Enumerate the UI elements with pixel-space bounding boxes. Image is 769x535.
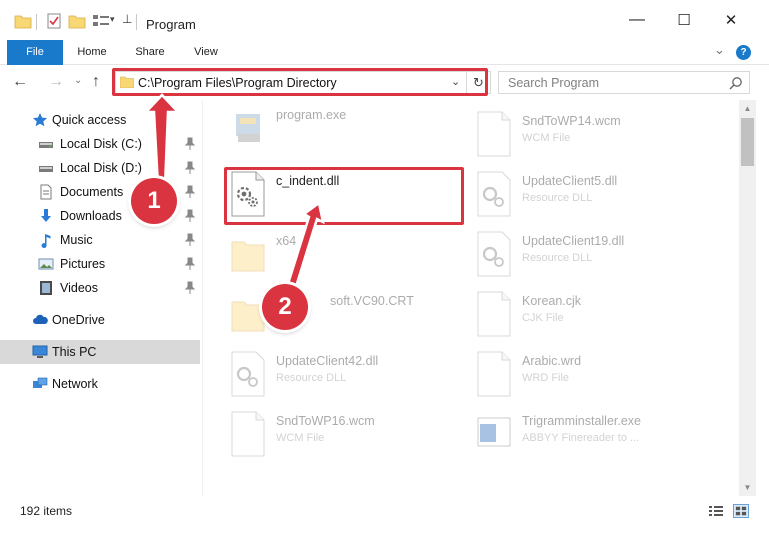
recent-locations-icon[interactable]: ⌄ [74, 75, 82, 86]
file-item-sndtowp14-wcm[interactable]: SndToWP14.wcm WCM File [472, 108, 712, 164]
refresh-button[interactable]: ↻ [466, 72, 490, 93]
dll-file-icon [231, 351, 265, 397]
tab-home[interactable]: Home [70, 40, 114, 65]
file-item-updateclient19-dll[interactable]: UpdateClient19.dll Resource DLL [472, 228, 712, 284]
title-bar: ▾ ⊥ Program — ☐ ✕ [0, 0, 769, 40]
sidebar-item-music[interactable]: Music [0, 228, 200, 252]
pin-icon[interactable] [184, 257, 196, 271]
minimize-button[interactable]: — [614, 0, 660, 40]
callout-badge-1: 1 [131, 178, 177, 224]
file-item-x64-folder[interactable]: x64 [226, 228, 466, 284]
help-icon[interactable]: ? [736, 45, 751, 60]
sidebar-item-onedrive[interactable]: OneDrive [0, 308, 200, 332]
properties-icon[interactable] [46, 13, 62, 29]
vertical-scrollbar[interactable]: ▲ ▼ [739, 100, 756, 496]
address-bar[interactable]: C:\Program Files\Program Directory ⌄ ↻ [115, 71, 491, 94]
file-item-program-exe[interactable]: program.exe [226, 102, 466, 158]
file-item-vc90-crt-folder[interactable]: soft.VC90.CRT [226, 288, 466, 344]
sidebar-item-videos[interactable]: Videos [0, 276, 200, 300]
videos-icon [40, 281, 52, 295]
drive-icon [39, 142, 53, 148]
file-item-arabic-wrd[interactable]: Arabic.wrd WRD File [472, 348, 712, 404]
file-item-c-indent-dll[interactable]: c_indent.dll [226, 168, 466, 224]
search-icon[interactable] [729, 76, 743, 90]
address-dropdown-icon[interactable]: ⌄ [451, 75, 465, 88]
file-item-korean-cjk[interactable]: Korean.cjk CJK File [472, 288, 712, 344]
sidebar-item-local-disk-d[interactable]: Local Disk (D:) [0, 156, 200, 180]
generic-file-icon [477, 111, 511, 157]
sidebar-item-local-disk-c[interactable]: Local Disk (C:) [0, 132, 200, 156]
navigation-pane: Quick access Local Disk (C:) Local Disk … [0, 100, 202, 496]
tab-view[interactable]: View [184, 40, 228, 65]
item-count: 192 items [20, 504, 73, 518]
star-icon [32, 113, 48, 127]
generic-file-icon [477, 351, 511, 397]
tab-share[interactable]: Share [128, 40, 172, 65]
file-item-sndtowp16-wcm[interactable]: SndToWP16.wcm WCM File [226, 408, 466, 464]
sidebar-item-quick-access[interactable]: Quick access [0, 108, 200, 132]
network-icon [33, 377, 48, 388]
file-item-updateclient5-dll[interactable]: UpdateClient5.dll Resource DLL [472, 168, 712, 224]
pin-icon[interactable] [184, 161, 196, 175]
scroll-thumb[interactable] [741, 118, 754, 166]
navigation-bar: ← → ⌄ ↑ C:\Program Files\Program Directo… [0, 66, 769, 99]
forward-arrow-icon[interactable]: → [48, 73, 64, 91]
sidebar-item-this-pc[interactable]: This PC [0, 340, 200, 364]
dll-file-icon [477, 231, 511, 277]
pin-icon[interactable] [184, 137, 196, 151]
refresh-icon: ↻ [473, 74, 484, 90]
folder-icon [14, 15, 32, 29]
scroll-down-icon[interactable]: ▼ [739, 479, 756, 496]
installer-icon [477, 417, 511, 447]
computer-icon [32, 345, 48, 358]
folder-icon [231, 301, 265, 332]
music-icon [41, 234, 51, 248]
window-title: Program [146, 17, 196, 32]
close-button[interactable]: ✕ [708, 0, 754, 40]
generic-file-icon [477, 291, 511, 337]
sidebar-item-network[interactable]: Network [0, 372, 200, 396]
pin-icon[interactable] [184, 185, 196, 199]
callout-badge-2: 2 [262, 284, 308, 330]
download-icon [41, 209, 51, 222]
search-input[interactable]: Search Program [508, 76, 599, 90]
tab-file[interactable]: File [7, 40, 63, 65]
address-path[interactable]: C:\Program Files\Program Directory [138, 76, 337, 90]
large-icons-view-icon[interactable] [733, 504, 749, 518]
folder-icon [120, 76, 134, 88]
customize-toolbar-icon[interactable]: ⊥ [122, 12, 132, 26]
folder-icon [231, 241, 265, 272]
sidebar-item-pictures[interactable]: Pictures [0, 252, 200, 276]
file-item-trigramminstaller-exe[interactable]: Trigramminstaller.exe ABBYY Finereader t… [472, 408, 712, 464]
drive-icon [39, 166, 53, 172]
pictures-icon [38, 258, 54, 270]
documents-icon [40, 184, 52, 200]
qa-dropdown-icon[interactable]: ▾ [110, 14, 115, 25]
file-item-updateclient42-dll[interactable]: UpdateClient42.dll Resource DLL [226, 348, 466, 404]
exe-file-icon [236, 114, 260, 142]
maximize-button[interactable]: ☐ [661, 0, 707, 40]
dll-file-icon [477, 171, 511, 217]
up-arrow-icon[interactable]: ↑ [92, 73, 100, 91]
pin-icon[interactable] [184, 233, 196, 247]
generic-file-icon [231, 411, 265, 457]
expand-ribbon-icon[interactable]: ⌄ [714, 42, 725, 58]
new-folder-icon[interactable] [68, 13, 86, 29]
dll-file-icon [231, 171, 265, 217]
ribbon-tabs: File Home Share View ⌄ ? [0, 40, 769, 65]
pin-icon[interactable] [184, 281, 196, 295]
search-box[interactable]: Search Program [498, 71, 750, 94]
status-bar: 192 items [0, 497, 769, 523]
scroll-up-icon[interactable]: ▲ [739, 100, 756, 117]
pin-icon[interactable] [184, 209, 196, 223]
back-arrow-icon[interactable]: ← [12, 73, 28, 91]
view-options-icon[interactable] [92, 13, 110, 29]
cloud-icon [33, 314, 48, 324]
details-view-icon[interactable] [708, 504, 724, 518]
